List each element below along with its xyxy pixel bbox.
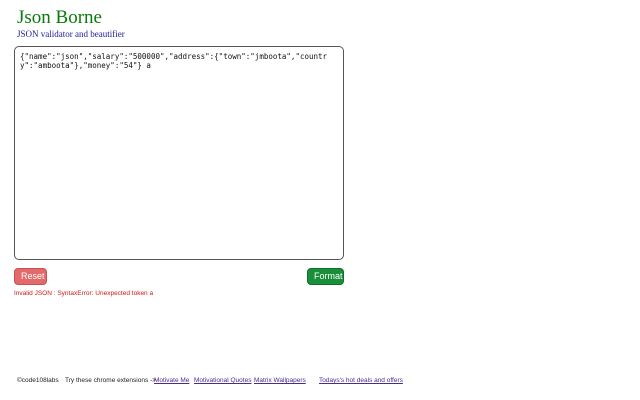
error-message: Invalid JSON : SyntaxError: Unexpected t… — [14, 290, 154, 297]
link-motivate-me[interactable]: Motivate Me — [154, 377, 189, 384]
link-hot-deals[interactable]: Todays's hot deals and offers — [319, 377, 403, 384]
copyright-text: ©code108labs — [17, 377, 59, 384]
link-motivational-quotes[interactable]: Motivational Quotes — [194, 377, 251, 384]
link-matrix-wallpapers[interactable]: Matrix Wallpapers — [254, 377, 306, 384]
extensions-prompt: Try these chrome extensions -> — [65, 377, 156, 384]
app-subtitle: JSON validator and beautifier — [17, 29, 125, 39]
app-title: Json Borne — [17, 7, 102, 28]
json-input-textarea[interactable]: {"name":"json","salary":"500000","addres… — [14, 46, 344, 260]
reset-button[interactable]: Reset — [14, 268, 47, 285]
format-button[interactable]: Format — [307, 268, 344, 285]
